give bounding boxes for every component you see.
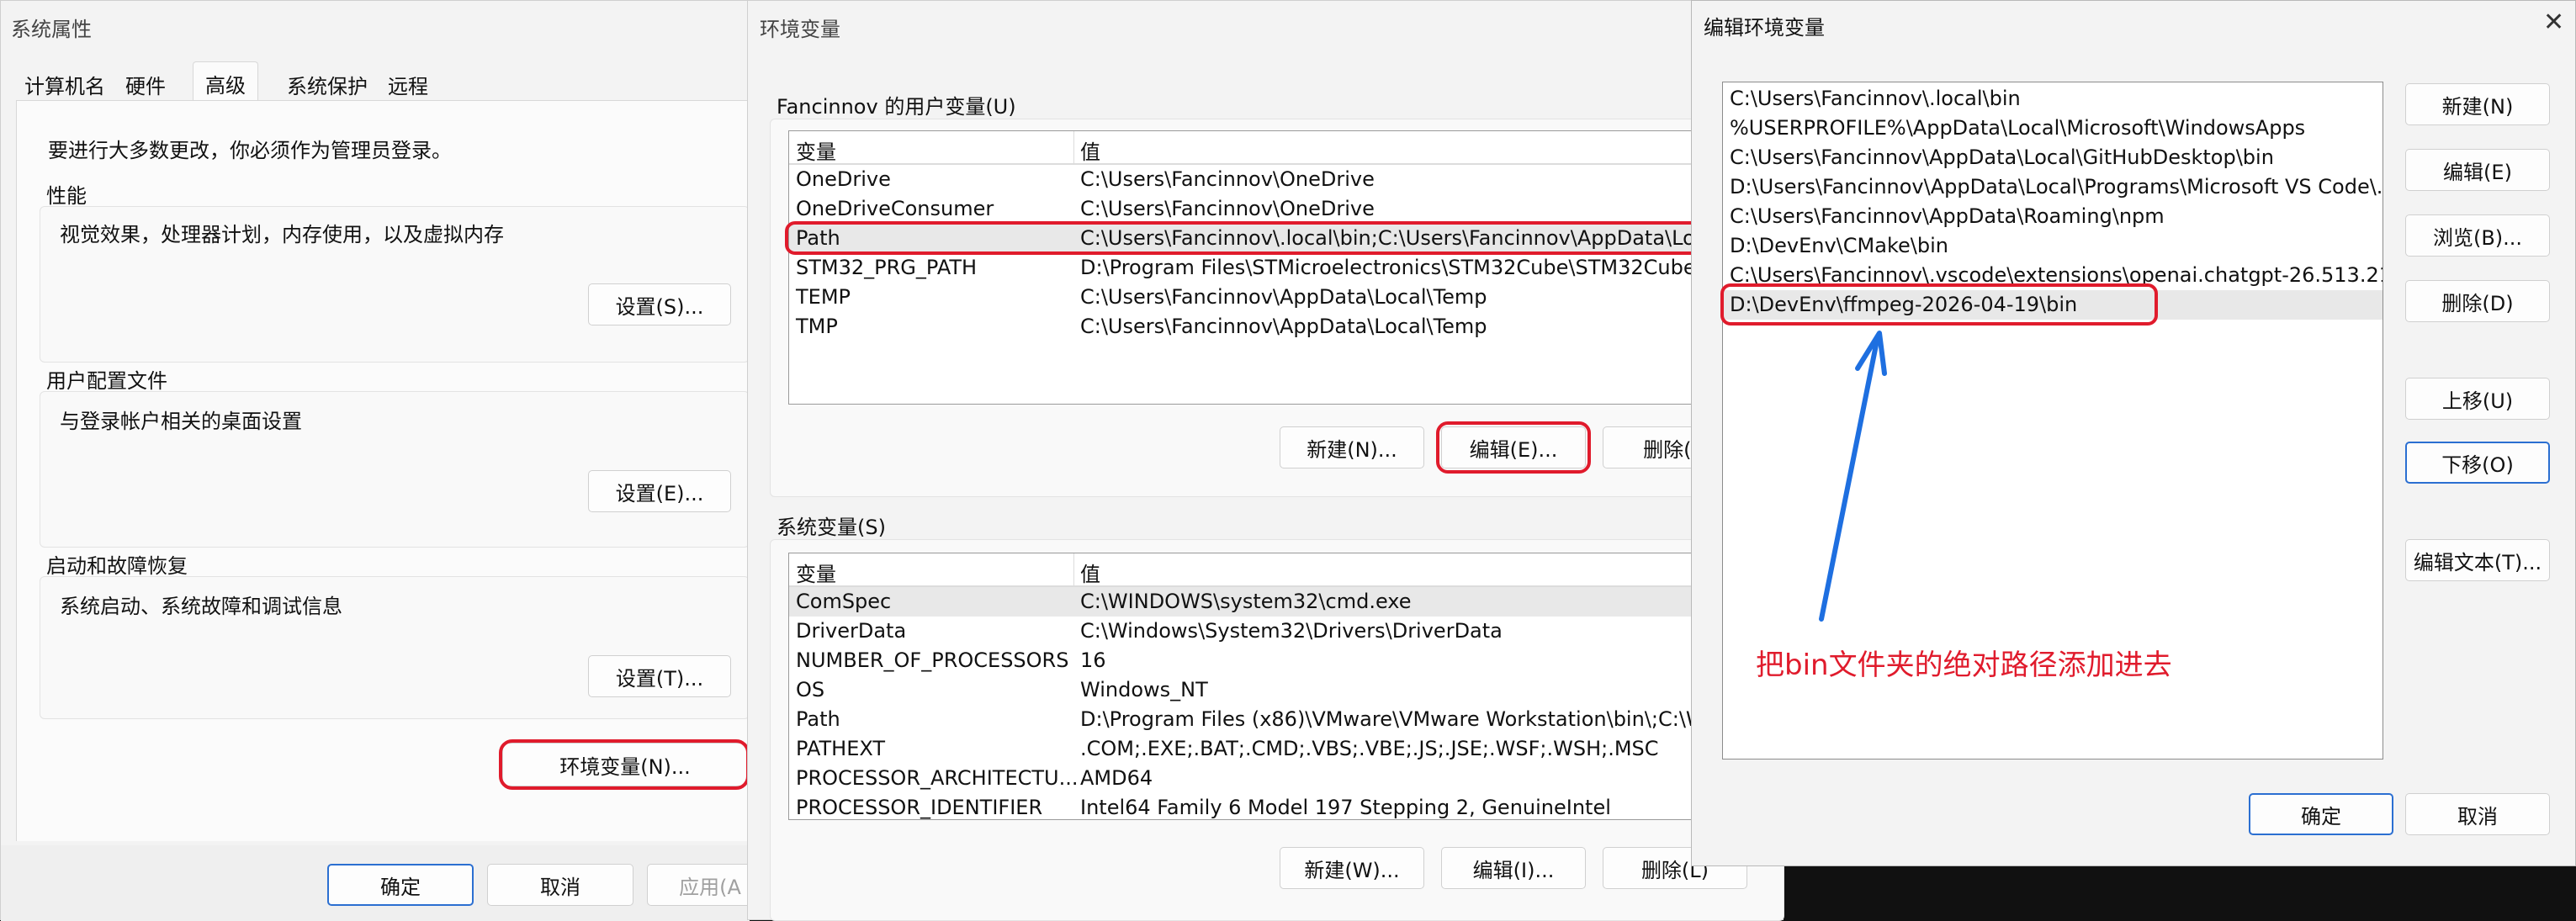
list-item-selected[interactable]: D:\DevEnv\ffmpeg-2026-04-19\bin bbox=[1723, 290, 2383, 320]
edit-button[interactable]: 编辑(E) bbox=[2405, 149, 2550, 191]
column-header-value[interactable]: 值 bbox=[1080, 135, 1100, 165]
browse-button[interactable]: 浏览(B)... bbox=[2405, 214, 2550, 257]
column-header-value[interactable]: 值 bbox=[1080, 558, 1100, 587]
performance-heading: 性能 bbox=[46, 184, 87, 208]
table-header: 变量 值 bbox=[789, 133, 1784, 165]
table-row[interactable]: OS Windows_NT bbox=[789, 675, 1784, 705]
user-profile-desc: 与登录帐户相关的桌面设置 bbox=[60, 410, 302, 433]
user-variables-table[interactable]: 变量 值 OneDrive C:\Users\Fancinnov\OneDrive… bbox=[788, 130, 1784, 405]
move-up-button[interactable]: 上移(U) bbox=[2405, 378, 2550, 420]
startup-recovery-settings-button[interactable]: 设置(T)... bbox=[588, 655, 731, 697]
table-header: 变量 值 bbox=[789, 555, 1784, 587]
delete-button[interactable]: 删除(D) bbox=[2405, 280, 2550, 322]
edit-text-button[interactable]: 编辑文本(T)... bbox=[2405, 539, 2550, 581]
table-row[interactable]: OneDriveConsumer C:\Users\Fancinnov\OneDr… bbox=[789, 194, 1784, 224]
admin-note: 要进行大多数更改，你必须作为管理员登录。 bbox=[48, 139, 452, 162]
system-new-button[interactable]: 新建(W)... bbox=[1280, 847, 1424, 889]
table-row[interactable]: PROCESSOR_ARCHITECTU... AMD64 bbox=[789, 764, 1784, 793]
window-title: 环境变量 bbox=[760, 18, 840, 41]
user-edit-button[interactable]: 编辑(E)... bbox=[1441, 426, 1586, 468]
table-row[interactable]: TMP C:\Users\Fancinnov\AppData\Local\Temp bbox=[789, 312, 1784, 341]
table-row-selected[interactable]: Path C:\Users\Fancinnov\.local\bin;C:\Use… bbox=[789, 224, 1784, 253]
edit-environment-variable-window: 编辑环境变量 ✕ C:\Users\Fancinnov\.local\bin %… bbox=[1691, 0, 2576, 866]
ok-button[interactable]: 确定 bbox=[327, 864, 474, 906]
table-row[interactable]: TEMP C:\Users\Fancinnov\AppData\Local\Tem… bbox=[789, 283, 1784, 312]
user-variables-label: Fancinnov 的用户变量(U) bbox=[777, 95, 1016, 119]
window-title: 编辑环境变量 bbox=[1704, 16, 1825, 40]
performance-desc: 视觉效果，处理器计划，内存使用，以及虚拟内存 bbox=[60, 223, 504, 246]
list-item[interactable]: %USERPROFILE%\AppData\Local\Microsoft\Wi… bbox=[1723, 114, 2383, 143]
table-row[interactable]: STM32_PRG_PATH D:\Program Files\STMicroel… bbox=[789, 253, 1784, 283]
system-variables-table[interactable]: 变量 值 ComSpec C:\WINDOWS\system32\cmd.exe … bbox=[788, 553, 1784, 820]
cancel-button[interactable]: 取消 bbox=[487, 864, 633, 906]
list-item[interactable]: C:\Users\Fancinnov\.vscode\extensions\op… bbox=[1723, 261, 2383, 290]
table-row[interactable]: PROCESSOR_IDENTIFIER Intel64 Family 6 Mod… bbox=[789, 793, 1784, 819]
system-properties-window: 系统属性 计算机名 硬件 高级 系统保护 远程 要进行大多数更改，你必须作为管理… bbox=[0, 0, 773, 921]
system-edit-button[interactable]: 编辑(I)... bbox=[1441, 847, 1586, 889]
user-profile-heading: 用户配置文件 bbox=[46, 369, 167, 393]
tab-computer-name[interactable]: 计算机名 bbox=[24, 70, 105, 99]
column-divider bbox=[1073, 553, 1074, 585]
performance-settings-button[interactable]: 设置(S)... bbox=[588, 283, 731, 326]
tab-hardware[interactable]: 硬件 bbox=[125, 70, 166, 99]
user-new-button[interactable]: 新建(N)... bbox=[1280, 426, 1424, 468]
list-item[interactable]: C:\Users\Fancinnov\AppData\Local\GitHubD… bbox=[1723, 143, 2383, 172]
list-item[interactable]: C:\Users\Fancinnov\AppData\Roaming\npm bbox=[1723, 202, 2383, 231]
table-row[interactable]: Path D:\Program Files (x86)\VMware\VMware… bbox=[789, 705, 1784, 734]
list-item[interactable]: C:\Users\Fancinnov\.local\bin bbox=[1723, 84, 2383, 114]
window-title: 系统属性 bbox=[11, 18, 92, 41]
table-row[interactable]: PATHEXT .COM;.EXE;.BAT;.CMD;.VBS;.VBE;.JS… bbox=[789, 734, 1784, 764]
table-row[interactable]: DriverData C:\Windows\System32\Drivers\Dr… bbox=[789, 617, 1784, 646]
close-icon[interactable]: ✕ bbox=[2543, 8, 2564, 37]
user-profile-settings-button[interactable]: 设置(E)... bbox=[588, 470, 731, 512]
column-divider bbox=[1073, 131, 1074, 163]
environment-variables-button[interactable]: 环境变量(N)... bbox=[502, 743, 748, 786]
startup-recovery-heading: 启动和故障恢复 bbox=[46, 554, 188, 578]
environment-variables-window: 环境变量 Fancinnov 的用户变量(U) 变量 值 OneDrive C:\… bbox=[747, 0, 1784, 921]
list-item[interactable]: D:\Users\Fancinnov\AppData\Local\Program… bbox=[1723, 172, 2383, 202]
cancel-button[interactable]: 取消 bbox=[2405, 793, 2550, 835]
new-button[interactable]: 新建(N) bbox=[2405, 83, 2550, 125]
tab-remote[interactable]: 远程 bbox=[388, 70, 428, 99]
tab-system-protection[interactable]: 系统保护 bbox=[287, 70, 368, 99]
system-variables-label: 系统变量(S) bbox=[777, 516, 886, 539]
startup-recovery-desc: 系统启动、系统故障和调试信息 bbox=[60, 595, 342, 618]
list-item[interactable]: D:\DevEnv\CMake\bin bbox=[1723, 231, 2383, 261]
column-header-variable[interactable]: 变量 bbox=[796, 135, 836, 165]
table-row[interactable]: OneDrive C:\Users\Fancinnov\OneDrive bbox=[789, 165, 1784, 194]
column-header-variable[interactable]: 变量 bbox=[796, 558, 836, 587]
move-down-button[interactable]: 下移(O) bbox=[2405, 442, 2550, 484]
table-row-selected[interactable]: ComSpec C:\WINDOWS\system32\cmd.exe bbox=[789, 587, 1784, 617]
ok-button[interactable]: 确定 bbox=[2249, 793, 2393, 835]
annotation-text: 把bin文件夹的绝对路径添加进去 bbox=[1756, 648, 2172, 682]
table-row[interactable]: NUMBER_OF_PROCESSORS 16 bbox=[789, 646, 1784, 675]
